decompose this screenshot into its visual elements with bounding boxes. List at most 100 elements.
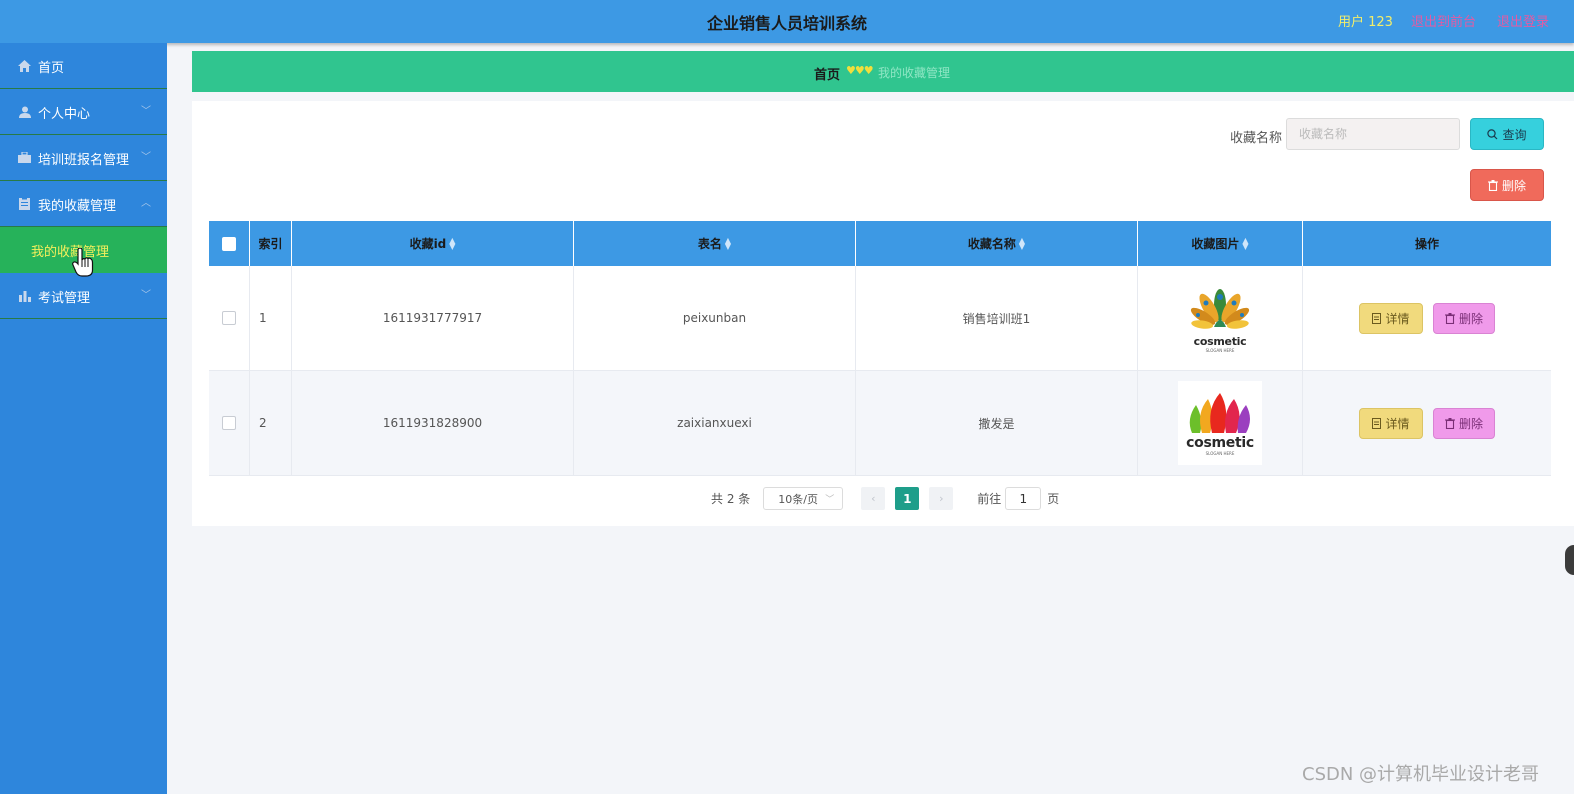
name-cell: 撒发是 [856,371,1138,475]
header-actions: 操作 [1414,237,1439,251]
header-table-name: 表名 [697,237,722,251]
user-icon [18,105,31,118]
peacock-logo-icon [1190,289,1250,329]
header-cell[interactable]: 表名 ▲ ▼ [574,221,856,266]
page-size-value: 10条/页 [778,492,818,506]
sidebar-item-profile[interactable]: 个人中心 ﹀ [0,89,167,135]
header-cell[interactable]: 收藏id ▲ ▼ [292,221,574,266]
index-cell: 1 [250,266,292,370]
breadcrumb: 首页 ♥♥♥ 我的收藏管理 [192,51,1574,92]
search-icon [1487,128,1498,139]
table-row: 2 1611931828900 zaixianxuexi 撒发是 cosmeti… [209,371,1551,476]
header-cell: 索引 [250,221,292,266]
row-delete-button[interactable]: 删除 [1433,302,1495,334]
user-label: 用户 123 [1338,15,1393,30]
sort-icon[interactable]: ▲ ▼ [449,236,455,250]
name-cell: 销售培训班1 [856,266,1138,370]
scroll-handle[interactable] [1565,545,1574,575]
search-input[interactable] [1287,119,1461,149]
document-icon [1372,312,1382,324]
row-select-cell[interactable] [209,371,250,475]
detail-button-label: 详情 [1385,311,1410,326]
watermark: CSDN @计算机毕业设计老哥 [1302,764,1540,785]
favorite-image: cosmetic SLOGAN HERE [1178,276,1262,360]
sidebar: 首页 个人中心 ﹀ 培训班报名管理 ﹀ 我的收藏管理 ︿ 我的收藏管理 考试管理… [0,43,167,794]
chevron-up-icon: ︿ [141,198,151,209]
index-cell: 2 [250,371,292,475]
row-delete-label: 删除 [1458,311,1483,326]
image-cell: cosmetic SLOGAN HERE [1138,266,1303,370]
batch-delete-button[interactable]: 删除 [1470,169,1544,201]
row-checkbox[interactable] [222,416,236,430]
header-select-all[interactable] [209,221,250,266]
detail-button[interactable]: 详情 [1359,407,1423,439]
logo-text: cosmetic [1193,335,1247,348]
table-row: 1 1611931777917 peixunban 销售培训班1 cosmeti… [209,266,1551,371]
table-name-cell: peixunban [574,266,856,370]
id-cell: 1611931777917 [292,266,574,370]
table-header: 索引 收藏id ▲ ▼ 表名 ▲ ▼ 收藏名称 ▲ ▼ 收藏图片 ▲ ▼ 操作 [209,221,1551,266]
goto-page-input[interactable]: 1 [1005,487,1042,510]
trash-icon [1444,312,1455,324]
next-page-button[interactable]: › [929,487,954,510]
chevron-right-icon: › [939,492,944,505]
clipboard-icon [18,197,31,210]
chevron-down-icon: ﹀ [141,290,151,301]
header-index: 索引 [258,237,283,251]
sidebar-item-label: 个人中心 [38,107,91,122]
id-cell: 1611931828900 [292,371,574,475]
home-icon [18,59,31,72]
prev-page-button[interactable]: ‹ [861,487,886,510]
detail-button-label: 详情 [1385,416,1410,431]
chevron-left-icon: ‹ [871,492,876,505]
header-image: 收藏图片 [1191,237,1240,251]
back-to-front-link[interactable]: 退出到前台 [1411,11,1476,30]
sidebar-item-exams[interactable]: 考试管理 ﹀ [0,273,167,319]
row-delete-label: 删除 [1458,416,1483,431]
chevron-down-icon: ﹀ [141,106,151,117]
heart-separator-icon: ♥♥♥ [846,64,874,77]
sort-icon[interactable]: ▲ ▼ [1242,236,1248,250]
sort-icon[interactable]: ▲ ▼ [725,236,731,250]
table-name-cell: zaixianxuexi [574,371,856,475]
header-id: 收藏id [409,237,447,251]
bar-chart-icon [18,289,31,302]
sidebar-item-training[interactable]: 培训班报名管理 ﹀ [0,135,167,181]
row-checkbox[interactable] [222,311,236,325]
header-cell[interactable]: 收藏名称 ▲ ▼ [856,221,1138,266]
trash-icon [1444,417,1455,429]
logout-link[interactable]: 退出登录 [1497,11,1549,30]
search-input-wrapper [1286,118,1461,150]
sidebar-item-label: 考试管理 [38,291,91,306]
sidebar-item-label: 首页 [38,61,65,76]
row-select-cell[interactable] [209,266,250,370]
select-all-checkbox[interactable] [222,236,236,251]
actions-cell: 详情 删除 [1303,266,1551,370]
query-button-label: 查询 [1502,127,1527,142]
petal-logo-icon [1189,392,1250,433]
sidebar-subitem-label: 我的收藏管理 [31,245,110,260]
favorite-image: cosmetic SLOGAN HERE [1178,381,1262,465]
briefcase-icon [18,151,31,164]
sidebar-item-home[interactable]: 首页 [0,43,167,89]
page-number-button[interactable]: 1 [895,487,920,510]
sidebar-item-label: 培训班报名管理 [38,153,130,168]
header-cell: 操作 [1303,221,1551,266]
sidebar-item-label: 我的收藏管理 [38,199,117,214]
logo-sub: SLOGAN HERE [1205,348,1235,353]
query-button[interactable]: 查询 [1470,118,1544,150]
chevron-down-icon: ﹀ [141,152,151,163]
breadcrumb-home[interactable]: 首页 [814,64,840,83]
logo-text: cosmetic [1186,434,1254,451]
breadcrumb-current: 我的收藏管理 [878,66,951,80]
actions-cell: 详情 删除 [1303,371,1551,475]
header-cell[interactable]: 收藏图片 ▲ ▼ [1138,221,1303,266]
page-size-select[interactable]: 10条/页 ﹀ [763,487,844,510]
row-delete-button[interactable]: 删除 [1433,407,1495,439]
search-label: 收藏名称 [1230,131,1283,146]
sidebar-item-favorites[interactable]: 我的收藏管理 ︿ [0,181,167,227]
header-name: 收藏名称 [967,237,1016,251]
sort-icon[interactable]: ▲ ▼ [1019,236,1025,250]
batch-delete-label: 删除 [1501,178,1526,193]
detail-button[interactable]: 详情 [1359,302,1423,334]
